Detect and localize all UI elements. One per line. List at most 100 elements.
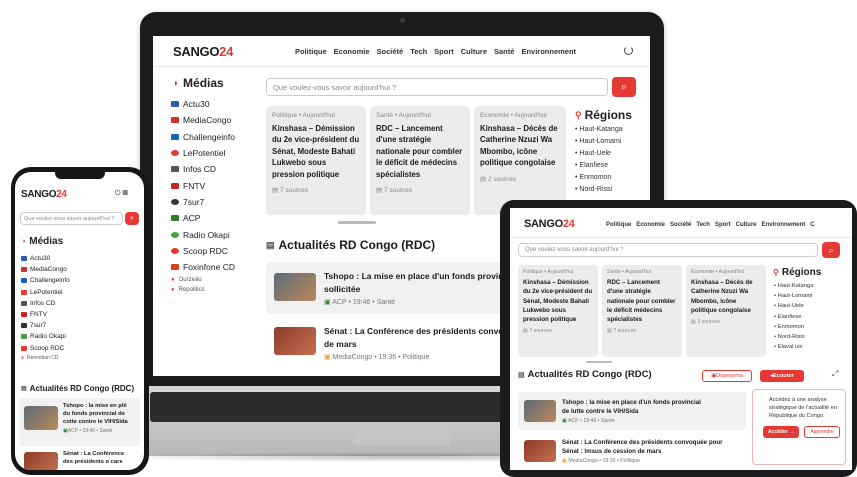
nav-societe[interactable]: Société (377, 47, 404, 56)
region-item[interactable]: • Elanfiese (774, 314, 813, 324)
medias-title: ◗ Médias (173, 76, 224, 90)
region-item[interactable]: • Haut-Uele (575, 150, 623, 162)
media-logo-icon (171, 101, 179, 108)
tablet-screen: SANGO24 Politique Economie Société Tech … (510, 208, 852, 470)
promo-learn-button[interactable]: Apprendre (804, 426, 840, 438)
phone-screen: SANGO24 ⏻ ▦ Que voulez-vous savoir aujou… (15, 172, 144, 470)
region-item[interactable]: • Enmomon (774, 324, 813, 334)
nav-culture[interactable]: Culture (461, 47, 487, 56)
media-item[interactable]: Challengeinfo (21, 275, 70, 286)
nav-tech[interactable]: Tech (410, 47, 427, 56)
media-item[interactable]: ● Ourzeäo (171, 275, 263, 285)
search-button[interactable]: ⌕ (125, 212, 139, 225)
listen-button[interactable]: ◂ Ecouter (760, 370, 804, 382)
news-title-line3: cotte contre le VIH/Sida (63, 419, 128, 425)
media-item[interactable]: Actu30 (21, 253, 70, 264)
card-tag: Santé • Aujourd'hui (607, 269, 651, 275)
card-sources: ▤ 2 sources (480, 175, 517, 183)
search-input[interactable]: Que voulez-vous savoir aujourd'hui ? (518, 243, 818, 257)
news-title-line2: des présidents ɒ cars (63, 459, 123, 465)
carousel-indicator[interactable] (586, 361, 612, 363)
search-input[interactable]: Que voulez-vous savoir aujourd'hui ? (20, 212, 123, 225)
news-row[interactable]: Tshopo : la mise en place d'un fonds pro… (518, 392, 746, 430)
theme-icon[interactable]: ⏻ (115, 190, 121, 197)
media-item[interactable]: Foxinfone CD (171, 259, 263, 275)
nav-environnement[interactable]: Environnement (521, 47, 576, 56)
expand-icon[interactable]: ⤢ (832, 369, 838, 379)
media-item[interactable]: ● Rennekan CD (21, 354, 70, 363)
newspaper-icon: ▤ (21, 386, 27, 392)
media-logo-icon (171, 182, 179, 189)
header-divider (510, 237, 852, 238)
media-item[interactable]: Actu30 (171, 96, 263, 112)
nav-societe[interactable]: Société (670, 222, 691, 228)
nav-more[interactable]: C (810, 222, 814, 228)
dispense-button[interactable]: ▣ Dispeprma (702, 370, 752, 382)
nav-economie[interactable]: Economie (334, 47, 370, 56)
media-item[interactable]: 7sur7 (171, 194, 263, 210)
carousel-indicator[interactable] (338, 221, 376, 224)
region-item[interactable]: • Enmomon (575, 174, 623, 186)
brand-logo[interactable]: SANGO24 (173, 44, 233, 59)
region-item[interactable]: • Haut-Uele (774, 303, 813, 313)
actualites-title: ▤ Actualités RD Congo (RDC) (21, 384, 135, 393)
search-button[interactable]: ⌕ (822, 242, 840, 258)
search-input[interactable]: Que voulez-vous savoir aujourd'hui ? (266, 78, 608, 96)
card-tag: Santé • Aujourd'hui (376, 112, 431, 119)
media-item[interactable]: 7sur7 (21, 320, 70, 331)
news-card[interactable]: Economie • Aujourd'hui Kinshasa – Décès … (686, 265, 766, 357)
nav-environnement[interactable]: Environnement (762, 222, 806, 228)
rss-icon: ◗ (173, 77, 180, 89)
region-item[interactable]: • Haut-Katanga (774, 283, 813, 293)
media-item[interactable]: Radio Okapi (171, 226, 263, 242)
brand-logo[interactable]: SANGO24 (524, 218, 575, 230)
menu-icon[interactable]: ▦ (123, 190, 128, 197)
media-item[interactable]: Infos CD (171, 161, 263, 177)
nav-sante[interactable]: Santé (494, 47, 514, 56)
media-item[interactable]: Challengeinfo (171, 129, 263, 145)
news-card[interactable]: Politique • Aujourd'hui Kinshasa – Démis… (266, 106, 366, 215)
nav-politique[interactable]: Politique (606, 222, 631, 228)
media-item[interactable]: LePotentiel (171, 145, 263, 161)
region-item[interactable]: • Elaval ize (774, 344, 813, 354)
media-item[interactable]: FNTV (21, 309, 70, 320)
news-row[interactable]: Sénat : La Conférence des présidents ɒ c… (19, 450, 140, 470)
news-card[interactable]: Politique • Aujourd'hui Kinshasa – Démis… (518, 265, 598, 357)
theme-toggle-icon[interactable] (624, 46, 633, 55)
nav-economie[interactable]: Economie (636, 222, 665, 228)
promo-access-button[interactable]: Accéder → (763, 426, 799, 438)
nav-sport[interactable]: Sport (434, 47, 454, 56)
nav-politique[interactable]: Politique (295, 47, 327, 56)
media-item[interactable]: Radio Okapi (21, 331, 70, 342)
phone-header-icons[interactable]: ⏻ ▦ (115, 190, 128, 198)
media-logo-icon (21, 323, 27, 329)
brand-logo[interactable]: SANGO24 (21, 189, 67, 200)
region-item[interactable]: • Nord-Rissi (774, 334, 813, 344)
nav-culture[interactable]: Culture (736, 222, 757, 228)
media-item[interactable]: MediaCongo (171, 112, 263, 128)
media-item[interactable]: MediaCongo (21, 264, 70, 275)
media-item[interactable]: Scoop RDC (21, 343, 70, 354)
media-item[interactable]: LePotentiel (21, 287, 70, 298)
region-item[interactable]: • Nord-Rissi (575, 186, 623, 198)
card-sources: ▤ 3 sources (691, 319, 720, 326)
news-row[interactable]: Tshopo : la mise en plé du fonds provinc… (19, 398, 140, 446)
media-item[interactable]: Infos CD (21, 298, 70, 309)
nav-tech[interactable]: Tech (696, 222, 710, 228)
region-item[interactable]: • Elanfiese (575, 162, 623, 174)
search-button[interactable]: ⌕ (612, 77, 636, 97)
region-item[interactable]: • Haut-Katanga (575, 126, 623, 138)
news-row[interactable]: Sénat : La Conférence des présidents con… (518, 434, 746, 470)
region-item[interactable]: • Haut-Lomami (575, 138, 623, 150)
news-card[interactable]: Santé • Aujourd'hui RDC – Lancement d'un… (370, 106, 470, 215)
promo-text: Accédez à une analyse stratégique de l'a… (769, 397, 837, 419)
media-item[interactable]: ● Repolitics (171, 285, 263, 295)
nav-sport[interactable]: Sport (715, 222, 731, 228)
media-item[interactable]: ACP (171, 210, 263, 226)
news-card[interactable]: Economie • Aujourd'hui Kinshasa – Décès … (474, 106, 566, 215)
region-item[interactable]: • Haut-Lomami (774, 293, 813, 303)
promo-box: Accédez à une analyse stratégique de l'a… (752, 389, 846, 465)
media-item[interactable]: FNTV (171, 177, 263, 193)
media-item[interactable]: Scoop RDC (171, 243, 263, 259)
news-card[interactable]: Santé • Aujourd'hui RDC – Lancement d'un… (602, 265, 682, 357)
